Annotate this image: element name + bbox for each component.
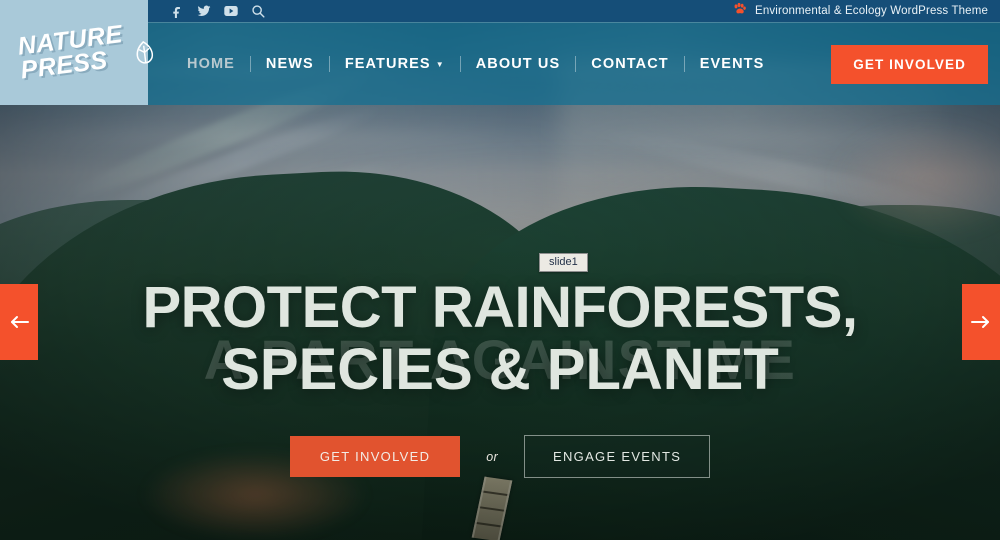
arrow-right-icon[interactable] — [962, 284, 1000, 360]
nav-label: ABOUT US — [475, 56, 561, 72]
nav-label: CONTACT — [591, 56, 669, 72]
facebook-icon[interactable] — [170, 4, 184, 18]
nav-item-features[interactable]: FEATURES ▼ — [330, 56, 460, 72]
header-get-involved-button[interactable]: GET INVOLVED — [831, 45, 988, 84]
nav-label: NEWS — [265, 56, 314, 72]
main-navigation-bar: HOME NEWS FEATURES ▼ ABOUT US CONTACT EV… — [148, 22, 1000, 105]
hero-title-line-1: PROTECT RAINFORESTS, — [142, 275, 858, 340]
nav-item-home[interactable]: HOME — [172, 56, 250, 72]
hero-content: A PART AGAINST ME PROTECT RAINFORESTS, S… — [0, 105, 1000, 540]
nav-label: HOME — [187, 56, 235, 72]
nav-item-events[interactable]: EVENTS — [685, 56, 780, 72]
tagline-text: Environmental & Ecology WordPress Theme — [755, 5, 988, 17]
hero-engage-events-button[interactable]: ENGAGE EVENTS — [524, 435, 711, 478]
top-bar: Environmental & Ecology WordPress Theme — [0, 0, 1000, 22]
social-links — [170, 0, 265, 22]
slide-tooltip: slide1 — [539, 253, 588, 272]
nav-items: HOME NEWS FEATURES ▼ ABOUT US CONTACT EV… — [172, 56, 779, 72]
youtube-icon[interactable] — [224, 4, 238, 18]
hero-actions: GET INVOLVED or ENGAGE EVENTS — [0, 435, 1000, 478]
arrow-left-icon[interactable] — [0, 284, 38, 360]
hero-title-line-2: SPECIES & PLANET — [221, 337, 779, 402]
nav-label: FEATURES — [344, 56, 431, 72]
hero-or-separator: or — [486, 449, 499, 464]
chevron-down-icon: ▼ — [435, 60, 445, 69]
hero-title: PROTECT RAINFORESTS, SPECIES & PLANET — [0, 277, 1000, 401]
search-icon[interactable] — [251, 4, 265, 18]
nav-item-news[interactable]: NEWS — [251, 56, 329, 72]
nav-label: EVENTS — [699, 56, 765, 72]
hero-get-involved-button[interactable]: GET INVOLVED — [289, 436, 461, 477]
leaf-icon — [134, 39, 157, 67]
twitter-icon[interactable] — [197, 4, 211, 18]
paw-icon — [732, 2, 747, 21]
nav-item-contact[interactable]: CONTACT — [576, 56, 684, 72]
theme-tagline: Environmental & Ecology WordPress Theme — [732, 0, 988, 22]
site-logo[interactable]: NATURE PRESS — [0, 0, 154, 105]
nav-item-about-us[interactable]: ABOUT US — [461, 56, 576, 72]
